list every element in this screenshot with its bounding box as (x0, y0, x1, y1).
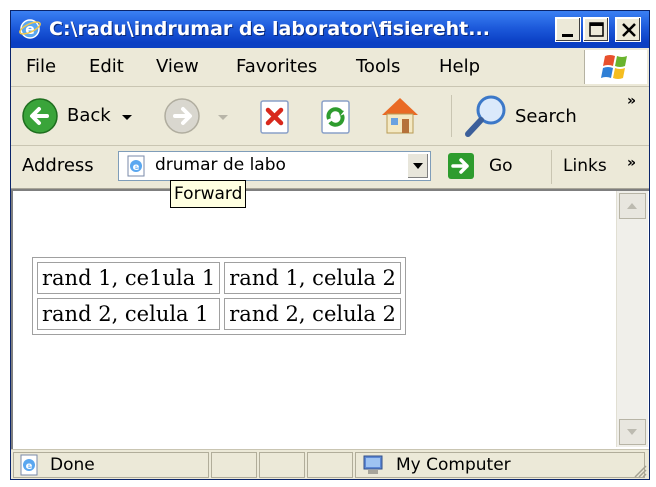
menu-bar: File Edit View Favorites Tools Help (11, 48, 649, 87)
maximize-icon (589, 22, 604, 37)
refresh-icon (321, 100, 350, 134)
address-input[interactable]: e drumar de labo (118, 151, 431, 181)
scroll-down-button[interactable] (619, 419, 646, 445)
table-cell: rand 2, celula 2 (224, 298, 401, 330)
toolbar-chevron[interactable]: » (627, 93, 636, 109)
forward-dropdown-icon (218, 115, 228, 120)
status-panel-zone: My Computer (355, 452, 645, 478)
forward-button[interactable] (163, 97, 233, 137)
address-bar: Address e drumar de labo Go Links » (11, 146, 649, 189)
status-bar: e Done My Computer (11, 449, 649, 481)
menu-edit[interactable]: Edit (89, 56, 124, 77)
forward-tooltip: Forward (170, 180, 247, 208)
svg-text:e: e (26, 461, 33, 472)
back-arrow-icon (22, 98, 58, 134)
close-icon (622, 23, 636, 37)
toolbar-separator (451, 95, 452, 137)
menu-tools[interactable]: Tools (356, 56, 400, 77)
svg-text:e: e (133, 162, 140, 173)
windows-flag-icon (601, 55, 627, 79)
back-dropdown-icon[interactable] (121, 113, 133, 123)
window-title: C:\radu\indrumar de laborator\fisiereht.… (49, 18, 490, 40)
search-label: Search (515, 106, 577, 127)
chevron-down-icon (627, 429, 637, 435)
ie-icon: e (19, 19, 41, 39)
stop-button[interactable] (257, 99, 293, 135)
search-button[interactable]: Search (463, 93, 593, 139)
menu-favorites[interactable]: Favorites (236, 56, 317, 77)
home-icon (382, 98, 418, 134)
table-cell: rand 2, celula 1 (37, 298, 221, 330)
chevron-up-icon (627, 203, 637, 209)
links-chevron[interactable]: » (627, 155, 636, 171)
table-cell: rand 1, celula 2 (224, 262, 401, 294)
forward-arrow-icon (164, 98, 200, 134)
windows-logo-box (584, 50, 647, 84)
status-panel-main: e Done (13, 452, 209, 478)
my-computer-icon (363, 455, 383, 474)
chevron-down-icon (413, 163, 423, 169)
minimize-button[interactable] (555, 17, 581, 42)
content-table: rand 1, ce1ula 1 rand 1, celula 2 rand 2… (32, 257, 406, 335)
zone-text: My Computer (396, 455, 511, 475)
page-done-icon: e (20, 454, 38, 476)
standard-toolbar: Back Search » (11, 87, 649, 146)
table-row: rand 2, celula 1 rand 2, celula 2 (37, 298, 401, 330)
menu-view[interactable]: View (156, 56, 199, 77)
close-button[interactable] (615, 17, 641, 42)
address-separator (551, 150, 552, 184)
go-arrow-icon (448, 153, 474, 179)
page-icon: e (127, 155, 145, 177)
search-magnifier-icon (465, 95, 506, 137)
table-cell: rand 1, ce1ula 1 (37, 262, 221, 294)
refresh-button[interactable] (318, 99, 354, 135)
home-button[interactable] (377, 93, 423, 137)
status-panel-empty (307, 452, 353, 478)
resize-grip-icon[interactable] (631, 462, 647, 478)
address-dropdown-button[interactable] (407, 153, 429, 179)
minimize-icon (562, 34, 573, 37)
back-label: Back (67, 105, 111, 126)
scroll-up-button[interactable] (619, 193, 646, 219)
stop-icon (260, 100, 289, 134)
links-label[interactable]: Links (563, 156, 607, 176)
menu-file[interactable]: File (26, 56, 56, 77)
vertical-scrollbar[interactable] (616, 191, 648, 447)
table-row: rand 1, ce1ula 1 rand 1, celula 2 (37, 262, 401, 294)
menu-help[interactable]: Help (439, 56, 480, 77)
go-label: Go (489, 156, 513, 176)
maximize-button[interactable] (583, 17, 609, 42)
back-button[interactable]: Back (21, 95, 161, 137)
status-panel-empty (259, 452, 305, 478)
status-text: Done (50, 455, 95, 475)
go-button[interactable]: Go (447, 152, 517, 182)
browser-window: e C:\radu\indrumar de laborator\fisiereh… (10, 10, 650, 480)
status-panel-empty (211, 452, 257, 478)
address-value: drumar de labo (155, 155, 286, 175)
address-label: Address (22, 155, 94, 176)
title-bar[interactable]: e C:\radu\indrumar de laborator\fisiereh… (11, 11, 649, 48)
